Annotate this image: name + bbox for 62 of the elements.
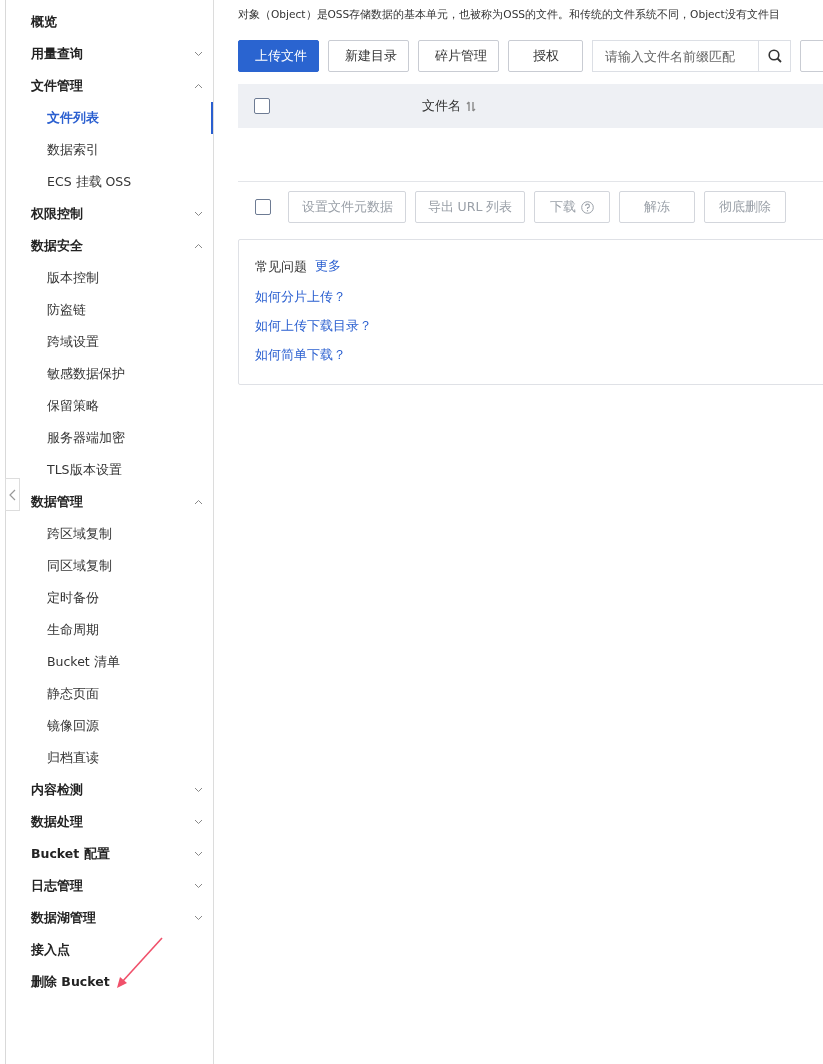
chevron-up-icon: [194, 243, 203, 249]
sidebar-item[interactable]: 数据湖管理: [22, 902, 213, 934]
sort-icon[interactable]: [466, 100, 476, 112]
select-all-checkbox[interactable]: [254, 98, 270, 114]
chevron-down-icon: [194, 819, 203, 825]
chevron-down-icon: [194, 787, 203, 793]
sidebar-subitem[interactable]: 生命周期: [22, 614, 213, 646]
toolbar-button[interactable]: 上传文件: [238, 40, 319, 72]
collapse-handle[interactable]: [5, 478, 20, 511]
sidebar-item[interactable]: 数据处理: [22, 806, 213, 838]
description-text: 对象（Object）是OSS存储数据的基本单元，也被称为OSS的文件。和传统的文件系统不同，Object没有文件目: [238, 7, 780, 22]
sidebar-item[interactable]: 概览: [22, 6, 213, 38]
sidebar-item[interactable]: 数据安全: [22, 230, 213, 262]
sidebar-item[interactable]: 文件管理: [22, 70, 213, 102]
sidebar-subitem[interactable]: TLS版本设置: [22, 454, 213, 486]
faq-link[interactable]: 如何简单下载？: [255, 347, 346, 364]
faq-link[interactable]: 如何上传下载目录？: [255, 318, 372, 335]
sidebar-subitem[interactable]: 保留策略: [22, 390, 213, 422]
sidebar-subitem[interactable]: 镜像回源: [22, 710, 213, 742]
sidebar-subitem[interactable]: 定时备份: [22, 582, 213, 614]
sidebar-subitem[interactable]: 跨域设置: [22, 326, 213, 358]
sidebar-item[interactable]: 数据管理: [22, 486, 213, 518]
sidebar-subitem[interactable]: 版本控制: [22, 262, 213, 294]
search-button[interactable]: [758, 40, 791, 72]
sidebar-subitem[interactable]: 防盗链: [22, 294, 213, 326]
search-icon: [767, 49, 782, 63]
sidebar-item[interactable]: Bucket 配置: [22, 838, 213, 870]
chevron-down-icon: [194, 211, 203, 217]
sidebar-item[interactable]: 删除 Bucket: [22, 966, 213, 998]
toolbar-button[interactable]: 新建目录: [328, 40, 409, 72]
help-icon: [581, 200, 594, 214]
select-all-checkbox[interactable]: [255, 199, 271, 215]
chevron-up-icon: [194, 83, 203, 89]
chevron-down-icon: [194, 883, 203, 889]
sidebar-subitem[interactable]: Bucket 清单: [22, 646, 213, 678]
sidebar-subitem[interactable]: 服务器端加密: [22, 422, 213, 454]
sidebar-subitem[interactable]: 敏感数据保护: [22, 358, 213, 390]
chevron-up-icon: [194, 499, 203, 505]
sidebar-subitem[interactable]: 数据索引: [22, 134, 213, 166]
chevron-down-icon: [194, 51, 203, 57]
annotation-arrow: [117, 937, 163, 988]
search-field[interactable]: 请输入文件名前缀匹配: [592, 40, 758, 72]
sidebar-item[interactable]: 内容检测: [22, 774, 213, 806]
sidebar-item[interactable]: 接入点: [22, 934, 213, 966]
chevron-down-icon: [194, 851, 203, 857]
faq-link[interactable]: 如何分片上传？: [255, 289, 346, 306]
faq-title: 常见问题: [255, 258, 307, 276]
toolbar-button[interactable]: 授权: [508, 40, 583, 72]
sidebar-subitem[interactable]: 归档直读: [22, 742, 213, 774]
chevron-down-icon: [194, 915, 203, 921]
sidebar-subitem[interactable]: 静态页面: [22, 678, 213, 710]
sidebar-subitem[interactable]: 跨区域复制: [22, 518, 213, 550]
more-link[interactable]: 更多: [315, 258, 341, 276]
sidebar-subitem[interactable]: ECS 挂载 OSS: [22, 166, 213, 198]
sidebar-subitem[interactable]: 文件列表: [22, 102, 213, 134]
chevron-left-icon: [9, 488, 16, 501]
toolbar-button[interactable]: 碎片管理: [418, 40, 499, 72]
sidebar-item[interactable]: 用量查询: [22, 38, 213, 70]
sidebar-item[interactable]: 日志管理: [22, 870, 213, 902]
sidebar-item[interactable]: 权限控制: [22, 198, 213, 230]
sidebar-subitem[interactable]: 同区域复制: [22, 550, 213, 582]
column-header[interactable]: 文件名: [422, 97, 461, 115]
